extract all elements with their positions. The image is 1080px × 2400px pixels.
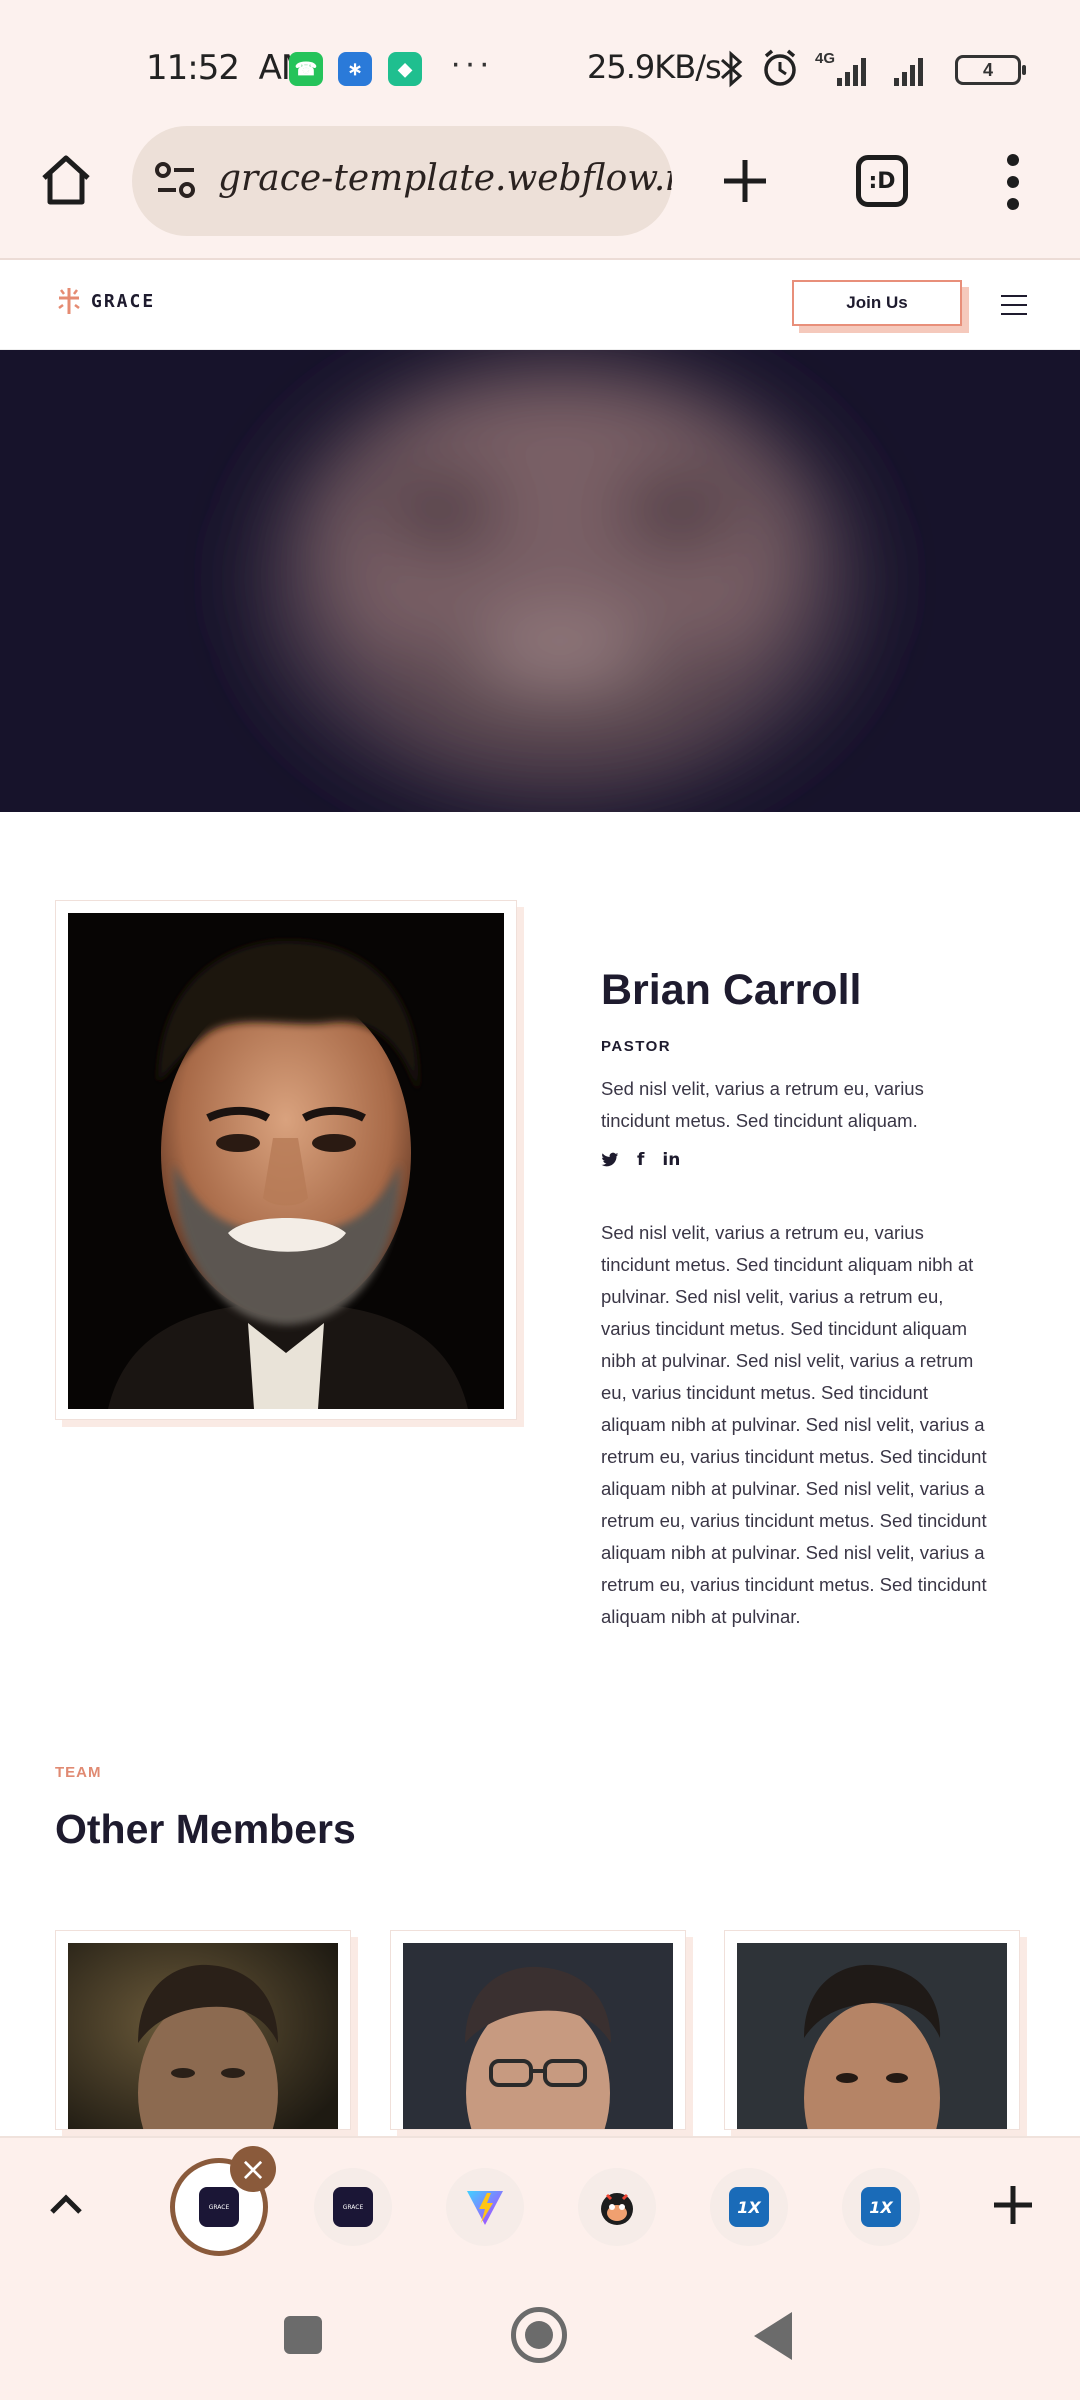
tab-thumb[interactable] — [446, 2168, 524, 2246]
bluetooth-app-icon: ∗ — [338, 52, 372, 86]
facebook-icon[interactable]: f — [637, 1150, 644, 1170]
browser-toolbar: grace-template.webflow.io :D — [0, 120, 1080, 260]
twitter-icon[interactable] — [601, 1152, 619, 1168]
grace-favicon: GRACE — [333, 2187, 373, 2227]
more-notifications-icon: ··· — [450, 44, 493, 82]
tab-thumb[interactable]: 1X — [842, 2168, 920, 2246]
member-card[interactable] — [724, 1930, 1020, 2130]
chevron-up-icon[interactable] — [46, 2184, 86, 2224]
member-photo — [403, 1943, 673, 2129]
member-photo — [737, 1943, 1007, 2129]
social-links: f in — [601, 1150, 680, 1170]
linkedin-icon[interactable]: in — [662, 1150, 680, 1170]
monkey-favicon — [601, 2193, 633, 2225]
member-photo — [68, 1943, 338, 2129]
profile-short-bio: Sed nisl velit, varius a retrum eu, vari… — [601, 1078, 924, 1131]
site-settings-icon[interactable] — [154, 160, 200, 202]
back-button[interactable] — [754, 2312, 792, 2360]
add-tab-icon[interactable] — [990, 2182, 1036, 2228]
vpn-shield-icon: ◆ — [388, 52, 422, 86]
bluetooth-icon — [721, 50, 743, 88]
logo-mark-icon — [58, 288, 80, 314]
home-icon[interactable] — [38, 152, 94, 208]
profile-photo — [68, 913, 504, 1409]
logo-text: GRACE — [91, 290, 156, 312]
signal-icon-2 — [894, 58, 923, 86]
member-card[interactable] — [55, 1930, 351, 2130]
vite-favicon — [467, 2191, 503, 2225]
url-text[interactable]: grace-template.webflow.io — [218, 158, 672, 199]
new-tab-icon[interactable] — [720, 156, 770, 206]
tab-thumb[interactable]: GRACE — [314, 2168, 392, 2246]
onex-favicon: 1X — [861, 2187, 901, 2227]
profile-photo-card — [55, 900, 517, 1420]
whatsapp-icon: ☎ — [289, 52, 323, 86]
status-bar: 11:52 AM ☎ ∗ ◆ ··· 25.9KB/s 4G 4 — [0, 0, 1080, 120]
home-button[interactable] — [511, 2307, 567, 2363]
profile-role: PASTOR — [601, 1038, 672, 1055]
hero-banner — [0, 350, 1080, 812]
hamburger-menu-icon[interactable] — [1001, 295, 1027, 315]
tab-thumb[interactable]: 1X — [710, 2168, 788, 2246]
alarm-icon — [764, 49, 796, 86]
recents-button[interactable] — [284, 2316, 322, 2354]
overflow-menu-icon[interactable] — [1005, 152, 1021, 212]
close-tab-icon[interactable]: × — [230, 2146, 276, 2192]
status-time: 11:52 AM — [146, 48, 310, 88]
tab-switcher-icon[interactable]: :D — [856, 155, 908, 207]
team-eyebrow: TEAM — [55, 1764, 102, 1781]
team-title: Other Members — [55, 1806, 356, 1852]
member-card[interactable] — [390, 1930, 686, 2130]
profile-long-bio: Sed nisl velit, varius a retrum eu, vari… — [601, 1222, 987, 1627]
system-nav-bar — [0, 2270, 1080, 2400]
url-bar[interactable]: grace-template.webflow.io — [132, 126, 672, 236]
browser-tab-strip: GRACE × GRACE 1X 1X — [0, 2136, 1080, 2270]
site-logo[interactable]: GRACE — [55, 286, 155, 316]
tab-thumb[interactable] — [578, 2168, 656, 2246]
grace-favicon: GRACE — [199, 2187, 239, 2227]
onex-favicon: 1X — [729, 2187, 769, 2227]
profile-name: Brian Carroll — [601, 966, 862, 1014]
signal-icon — [837, 58, 866, 86]
join-us-button[interactable]: Join Us — [792, 280, 962, 326]
hero-blurred-image — [0, 350, 1080, 812]
battery-icon: 4 — [955, 55, 1026, 85]
network-speed: 25.9KB/s — [587, 48, 722, 86]
site-header: GRACE Join Us — [0, 262, 1080, 350]
